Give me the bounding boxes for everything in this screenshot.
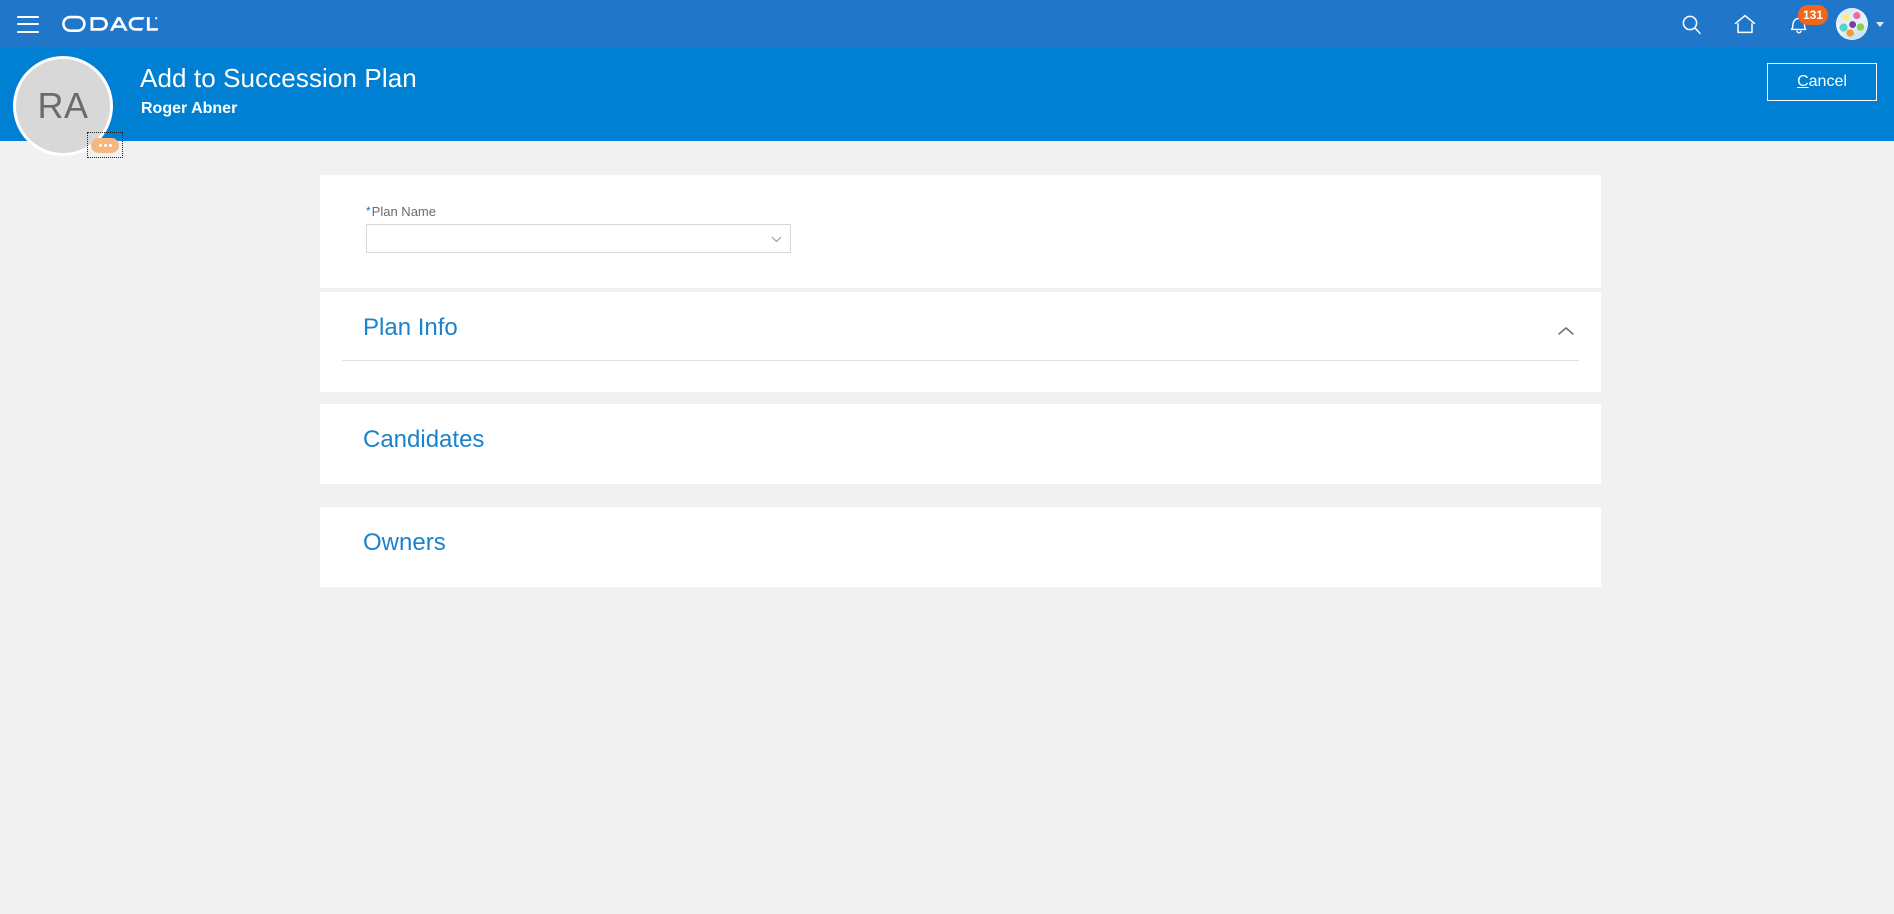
ellipsis-dot [98,143,102,147]
ellipsis-dot [103,143,107,147]
chevron-down-icon [771,236,782,242]
hamburger-bar [17,30,39,33]
hamburger-bar [17,23,39,25]
plan-name-label: *Plan Name [366,204,436,219]
notification-count-badge: 131 [1798,5,1829,25]
section-owners: Owners [320,507,1601,587]
home-icon[interactable] [1728,7,1762,41]
notifications-bell-icon[interactable]: 131 [1782,5,1829,41]
plan-name-card: *Plan Name [320,175,1601,288]
page-subtitle-person-name: Roger Abner [141,100,238,117]
page-header: Add to Succession Plan Roger Abner Cance… [0,48,1894,141]
avatar-more-actions-button[interactable] [87,132,123,158]
plan-name-select[interactable] [366,224,791,253]
search-icon[interactable] [1674,7,1708,41]
global-top-bar: 131 [0,0,1894,48]
section-candidates: Candidates [320,404,1601,484]
page-content: *Plan Name Plan Info Candidates Owners [0,141,1894,914]
cancel-button[interactable]: Cancel [1767,63,1877,101]
chevron-down-icon[interactable] [1876,21,1884,27]
section-title-plan-info[interactable]: Plan Info [363,314,458,342]
section-divider [342,360,1579,361]
section-title-owners[interactable]: Owners [363,529,446,557]
ellipsis-dot [108,143,112,147]
hamburger-menu-icon[interactable] [17,15,39,33]
hamburger-bar [17,15,39,18]
oracle-logo[interactable] [62,15,158,33]
ellipsis-icon [91,137,119,153]
section-plan-info: Plan Info [320,292,1601,392]
user-avatar[interactable] [1836,8,1868,40]
chevron-up-icon[interactable] [1555,320,1577,342]
page-title: Add to Succession Plan [140,63,417,93]
cancel-button-label: Cancel [1797,73,1847,90]
required-asterisk-icon: * [366,204,371,218]
avatar-initials: RA [37,85,89,126]
person-avatar-block: RA [13,56,123,158]
plan-name-label-text: Plan Name [371,204,436,219]
section-title-candidates[interactable]: Candidates [363,426,484,454]
